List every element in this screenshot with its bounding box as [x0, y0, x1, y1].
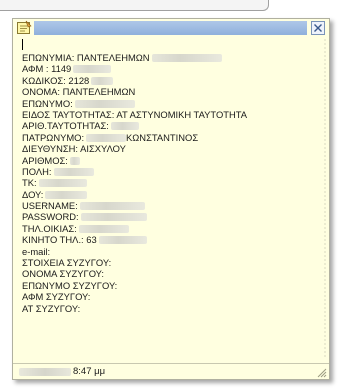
note-line: ΟΝΟΜΑ: ΠΑΝΤΕΛΕΗΜΩΝ: [22, 86, 322, 97]
redacted-value: [78, 224, 129, 233]
redacted-value: [91, 76, 114, 85]
note-line: ΕΙΔΟΣ ΤΑΥΤΟΤΗΤΑΣ: ΑΤ ΑΣΤΥΝΟΜΙΚΗ ΤΑΥΤΟΤΗΤ…: [22, 109, 322, 120]
note-line-text: ΑΤ ΣΥΖΥΓΟΥ:: [22, 302, 81, 314]
note-line: USERNAME:: [22, 200, 322, 211]
note-line-suffix: ΚΩΝΣΤΑΝΤΙΝΟΣ: [126, 131, 199, 143]
redacted-date: [19, 368, 71, 376]
redacted-value: [86, 133, 127, 142]
redacted-value: [53, 167, 94, 176]
note-line-text: ΕΠΩΝΥΜΟ:: [22, 97, 73, 109]
note-text-area[interactable]: ΕΠΩΝΥΜΙΑ: ΠΑΝΤΕΛΕΗΜΩΝ ΑΦΜ : 1149 ΚΩΔΙΚΟΣ: …: [22, 39, 322, 314]
note-line-text: ΤΚ:: [22, 177, 37, 189]
note-line: ΚΩΔΙΚΟΣ: 2128: [22, 75, 322, 86]
redacted-value: [80, 213, 147, 222]
note-line-text: USERNAME:: [22, 200, 78, 212]
scroll-track: [324, 39, 326, 359]
note-line-text: ΑΡΙΘΜΟΣ:: [22, 154, 68, 166]
redacted-value: [69, 156, 80, 165]
text-cursor: [22, 39, 23, 50]
redacted-value: [74, 99, 135, 108]
note-line: ΑΡΙΘ.ΤΑΥΤΟΤΗΤΑΣ:: [22, 120, 322, 131]
note-line: ΟΝΟΜΑ ΣΥΖΥΓΟΥ:: [22, 268, 322, 279]
redacted-value: [98, 236, 147, 245]
note-line: ΑΦΜ ΣΥΖΥΓΟΥ:: [22, 291, 322, 302]
note-line-text: e-mail:: [22, 245, 51, 257]
note-line-text: ΠΟΛΗ:: [22, 165, 52, 177]
note-line: ΠΑΤΡΩΝΥΜΟ: ΚΩΝΣΤΑΝΤΙΝΟΣ: [22, 132, 322, 143]
note-line: ΣΤΟΙΧΕΙΑ ΣΥΖΥΓΟΥ:: [22, 257, 322, 268]
redacted-value: [38, 179, 87, 188]
close-icon: [314, 24, 322, 32]
note-line-text: ΔΙΕΥΘΥΝΣΗ: ΑΙΣΧΥΛΟΥ: [22, 143, 126, 155]
note-title-area[interactable]: [34, 21, 307, 35]
status-time: 8:47 μμ: [73, 366, 106, 377]
note-line: ΕΠΩΝΥΜΟ ΣΥΖΥΓΟΥ:: [22, 280, 322, 291]
note-line-text: ΣΤΟΙΧΕΙΑ ΣΥΖΥΓΟΥ:: [22, 257, 112, 269]
redacted-value: [45, 190, 88, 199]
note-line-text: ΑΦΜ : 1149: [22, 63, 72, 75]
note-line: PASSWORD:: [22, 211, 322, 222]
close-button[interactable]: [311, 21, 325, 35]
note-line: ΚΙΝΗΤΟ ΤΗΛ.: 63: [22, 234, 322, 245]
redacted-value: [151, 54, 222, 62]
note-line-text: ΟΝΟΜΑ ΣΥΖΥΓΟΥ:: [22, 268, 105, 280]
note-line-text: ΚΩΔΙΚΟΣ: 2128: [22, 74, 90, 86]
note-statusbar: 8:47 μμ: [13, 363, 329, 379]
note-line: ΔΟΥ:: [22, 189, 322, 200]
note-line-text: ΟΝΟΜΑ: ΠΑΝΤΕΛΕΗΜΩΝ: [22, 86, 136, 98]
note-line-text: PASSWORD:: [22, 211, 79, 223]
note-line-text: ΑΡΙΘ.ΤΑΥΤΟΤΗΤΑΣ:: [22, 120, 109, 132]
background-window-edge: [0, 0, 269, 11]
redacted-value: [110, 122, 139, 131]
redacted-value: [73, 65, 112, 74]
sticky-note[interactable]: ΕΠΩΝΥΜΙΑ: ΠΑΝΤΕΛΕΗΜΩΝ ΑΦΜ : 1149 ΚΩΔΙΚΟΣ: …: [12, 18, 330, 380]
note-line: ΕΠΩΝΥΜΟ:: [22, 98, 322, 109]
note-line-text: ΔΟΥ:: [22, 188, 44, 200]
note-line: ΑΦΜ : 1149: [22, 63, 322, 74]
note-line: ΔΙΕΥΘΥΝΣΗ: ΑΙΣΧΥΛΟΥ: [22, 143, 322, 154]
note-line-text: ΚΙΝΗΤΟ ΤΗΛ.: 63: [22, 234, 97, 246]
note-line: e-mail:: [22, 246, 322, 257]
note-line: ΑΡΙΘΜΟΣ:: [22, 155, 322, 166]
note-line: ΑΤ ΣΥΖΥΓΟΥ:: [22, 303, 322, 314]
note-line-text: ΠΑΤΡΩΝΥΜΟ:: [22, 131, 85, 143]
note-line: ΤΚ:: [22, 177, 322, 188]
note-line-text: ΑΦΜ ΣΥΖΥΓΟΥ:: [22, 291, 91, 303]
note-line-text: ΕΠΩΝΥΜΟ ΣΥΖΥΓΟΥ:: [22, 279, 118, 291]
note-line: ΕΠΩΝΥΜΙΑ: ΠΑΝΤΕΛΕΗΜΩΝ: [22, 52, 322, 63]
note-line: ΤΗΛ.ΟΙΚΙΑΣ:: [22, 223, 322, 234]
sticky-note-icon[interactable]: [16, 20, 32, 36]
note-line-text: ΤΗΛ.ΟΙΚΙΑΣ:: [22, 222, 77, 234]
redacted-value: [79, 202, 145, 211]
note-line-text: ΕΠΩΝΥΜΙΑ: ΠΑΝΤΕΛΕΗΜΩΝ: [22, 52, 150, 63]
resize-grip-icon[interactable]: [315, 366, 327, 378]
note-titlebar[interactable]: [13, 19, 329, 37]
note-line: ΠΟΛΗ:: [22, 166, 322, 177]
note-line-text: ΕΙΔΟΣ ΤΑΥΤΟΤΗΤΑΣ: ΑΤ ΑΣΤΥΝΟΜΙΚΗ ΤΑΥΤΟΤΗΤ…: [22, 108, 248, 120]
